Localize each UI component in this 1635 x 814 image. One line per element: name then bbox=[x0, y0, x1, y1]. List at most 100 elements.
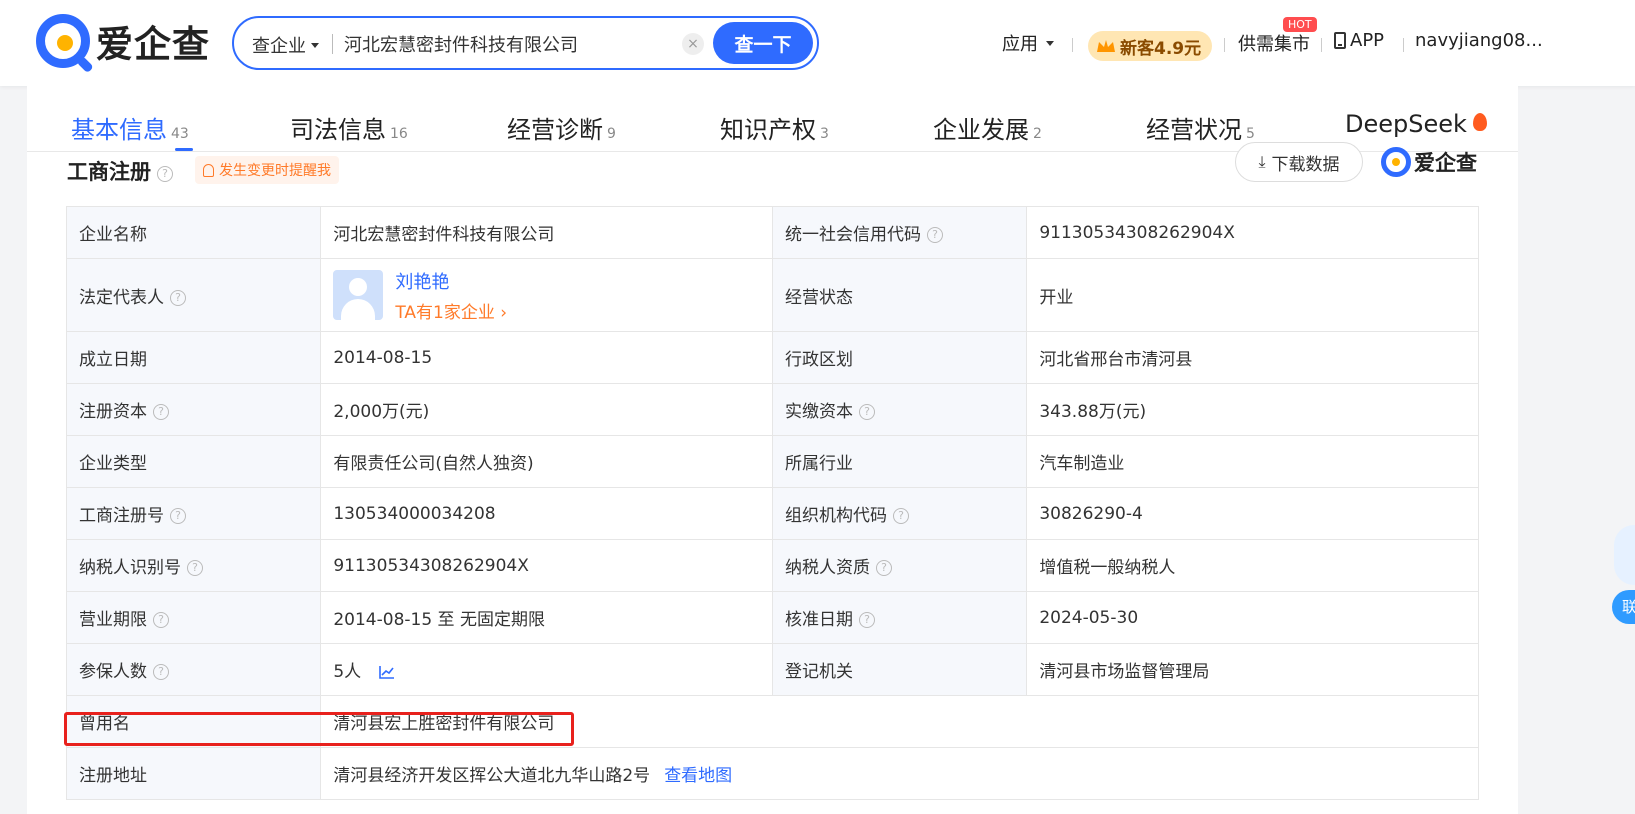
tab-label: 企业发展 bbox=[933, 116, 1029, 144]
help-icon[interactable]: ? bbox=[170, 508, 186, 524]
help-icon[interactable]: ? bbox=[153, 664, 169, 680]
term-value: 2014-08-15 至 无固定期限 bbox=[320, 591, 773, 644]
tab-enterprise-development[interactable]: 企业发展 2 bbox=[933, 110, 1042, 145]
tab-count: 9 bbox=[607, 126, 616, 142]
tab-label: 经营状况 bbox=[1146, 116, 1242, 144]
founded-value: 2014-08-15 bbox=[320, 331, 773, 384]
address-value: 清河县经济开发区挥公大道北九华山路2号 bbox=[333, 766, 651, 786]
clear-icon[interactable]: × bbox=[682, 33, 704, 55]
tab-label: 知识产权 bbox=[720, 116, 816, 144]
promo-label: 新客4.9元 bbox=[1120, 38, 1202, 59]
tab-judicial-info[interactable]: 司法信息 16 bbox=[290, 110, 408, 145]
tab-count: 2 bbox=[1033, 126, 1042, 142]
paid-capital-value: 343.88万(元) bbox=[1026, 383, 1479, 436]
help-icon[interactable]: ? bbox=[926, 227, 943, 243]
help-icon[interactable]: ? bbox=[892, 508, 909, 524]
logo-mark-icon bbox=[1381, 147, 1411, 177]
reg-no-value: 130534000034208 bbox=[320, 487, 773, 540]
help-icon[interactable]: ? bbox=[858, 612, 875, 628]
legal-rep-link[interactable]: 刘艳艳 bbox=[395, 268, 507, 294]
field-label: 企业名称 bbox=[65, 206, 322, 259]
search-input[interactable] bbox=[344, 30, 674, 58]
table-row: 注册地址 清河县经济开发区挥公大道北九华山路2号 查看地图 bbox=[65, 747, 1479, 800]
apps-menu[interactable]: 应用 bbox=[1002, 30, 1054, 56]
customer-service-avatar[interactable] bbox=[1614, 525, 1635, 585]
help-icon[interactable]: ? bbox=[187, 560, 203, 576]
company-name-value: 河北宏慧密封件科技有限公司 bbox=[320, 206, 773, 259]
logo-text: 爱企查 bbox=[96, 23, 210, 66]
user-menu[interactable]: navyjiang08... bbox=[1415, 30, 1543, 51]
legal-rep-cell: 刘艳艳 TA有1家企业 › bbox=[320, 258, 773, 332]
trend-chart-icon[interactable] bbox=[378, 665, 395, 679]
industry-value: 汽车制造业 bbox=[1026, 435, 1479, 488]
former-name-highlight-box bbox=[64, 712, 574, 746]
remind-label: 发生变更时提醒我 bbox=[219, 163, 331, 179]
field-label: 经营状态 bbox=[771, 258, 1028, 332]
avatar[interactable] bbox=[333, 270, 384, 320]
field-label: 工商注册号? bbox=[65, 487, 322, 540]
help-icon[interactable]: ? bbox=[858, 404, 875, 420]
legal-rep-companies-link[interactable]: TA有1家企业 › bbox=[395, 298, 507, 323]
tab-label: 基本信息 bbox=[71, 116, 167, 144]
approved-value: 2024-05-30 bbox=[1026, 591, 1479, 644]
tab-label: 经营诊断 bbox=[507, 116, 603, 144]
tab-intellectual-property[interactable]: 知识产权 3 bbox=[720, 110, 829, 145]
tab-count: 5 bbox=[1246, 126, 1255, 142]
change-reminder-button[interactable]: 发生变更时提醒我 bbox=[195, 156, 339, 184]
help-icon[interactable]: ? bbox=[170, 289, 186, 306]
help-icon[interactable]: ? bbox=[153, 612, 169, 628]
reg-capital-value: 2,000万(元) bbox=[320, 383, 773, 436]
tab-business-diagnosis[interactable]: 经营诊断 9 bbox=[507, 110, 616, 145]
table-row: 企业类型 有限责任公司(自然人独资) 所属行业 汽车制造业 bbox=[65, 435, 1479, 488]
insured-value: 5人 bbox=[333, 662, 362, 682]
tab-basic-info[interactable]: 基本信息 43 bbox=[71, 110, 189, 145]
help-icon[interactable]: ? bbox=[157, 166, 173, 182]
search-type-select[interactable]: 查企业 bbox=[252, 32, 319, 58]
new-customer-promo[interactable]: 新客4.9元 bbox=[1088, 31, 1212, 61]
field-label: 组织机构代码? bbox=[771, 487, 1028, 540]
table-row: 成立日期 2014-08-15 行政区划 河北省邢台市清河县 bbox=[65, 331, 1479, 384]
field-label: 注册资本? bbox=[65, 383, 322, 436]
chevron-down-icon bbox=[311, 42, 319, 48]
section-title-text: 工商注册 bbox=[67, 160, 151, 184]
contact-button[interactable]: 联 bbox=[1612, 590, 1635, 624]
table-row: 纳税人识别号? 91130534308262904X 纳税人资质? 增值税一般纳… bbox=[65, 539, 1479, 592]
field-label: 实缴资本? bbox=[771, 383, 1028, 436]
search-bar: 查企业 × 查一下 bbox=[232, 16, 819, 70]
field-label: 纳税人识别号? bbox=[65, 539, 322, 592]
tab-deepseek[interactable]: DeepSeek bbox=[1345, 110, 1487, 138]
company-type-value: 有限责任公司(自然人独资) bbox=[320, 435, 773, 488]
authority-value: 清河县市场监督管理局 bbox=[1026, 643, 1479, 696]
view-map-link[interactable]: 查看地图 bbox=[664, 766, 732, 786]
site-logo[interactable]: 爱企查 bbox=[36, 14, 210, 68]
tab-count: 16 bbox=[390, 126, 408, 142]
field-label: 企业类型 bbox=[65, 435, 322, 488]
phone-icon bbox=[1334, 32, 1346, 49]
help-icon[interactable]: ? bbox=[875, 560, 892, 576]
tab-operating-status[interactable]: 经营状况 5 bbox=[1146, 110, 1255, 145]
fire-icon bbox=[1472, 113, 1487, 131]
table-row: 工商注册号? 130534000034208 组织机构代码? 30826290-… bbox=[65, 487, 1479, 540]
region-value: 河北省邢台市清河县 bbox=[1026, 331, 1479, 384]
divider bbox=[1403, 38, 1404, 52]
table-row: 法定代表人? 刘艳艳 TA有1家企业 › 经营状态 开业 bbox=[65, 258, 1479, 332]
org-code-value: 30826290-4 bbox=[1026, 487, 1479, 540]
table-row: 企业名称 河北宏慧密封件科技有限公司 统一社会信用代码? 91130534308… bbox=[65, 206, 1479, 259]
divider bbox=[1321, 38, 1322, 52]
app-download-link[interactable]: APP bbox=[1334, 30, 1384, 51]
search-button[interactable]: 查一下 bbox=[713, 22, 813, 64]
apps-label: 应用 bbox=[1002, 34, 1038, 55]
field-label: 营业期限? bbox=[65, 591, 322, 644]
market-link[interactable]: 供需集市 bbox=[1238, 30, 1310, 56]
section-title: 工商注册? bbox=[67, 156, 173, 186]
tax-qual-value: 增值税一般纳税人 bbox=[1026, 539, 1479, 592]
credit-code-value: 91130534308262904X bbox=[1026, 206, 1479, 259]
download-icon: ⤓ bbox=[1258, 152, 1266, 171]
address-cell: 清河县经济开发区挥公大道北九华山路2号 查看地图 bbox=[320, 747, 1479, 800]
field-label: 参保人数? bbox=[65, 643, 322, 696]
table-row: 营业期限? 2014-08-15 至 无固定期限 核准日期? 2024-05-3… bbox=[65, 591, 1479, 644]
help-icon[interactable]: ? bbox=[153, 404, 169, 420]
download-data-button[interactable]: ⤓ 下载数据 bbox=[1235, 142, 1363, 182]
download-label: 下载数据 bbox=[1271, 154, 1340, 175]
market-label: 供需集市 bbox=[1238, 34, 1310, 55]
